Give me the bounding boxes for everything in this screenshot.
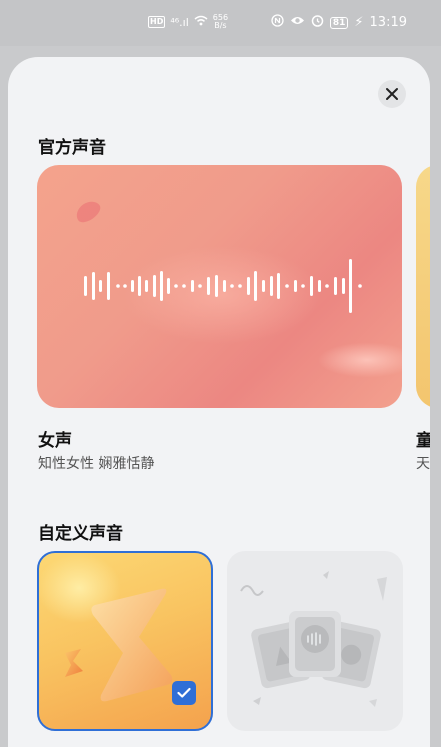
charging-icon: ⚡ xyxy=(354,15,364,30)
net-speed: 656 B/s xyxy=(213,14,228,30)
female-voice-card[interactable] xyxy=(37,165,402,408)
voice-picker-sheet: 官方声音 女声 知性女性 娴雅恬静 童 天 自定义声音 xyxy=(8,57,430,747)
child-voice-name: 童 xyxy=(416,431,430,451)
custom-voices-title: 自定义声音 xyxy=(38,524,123,544)
status-left: HD ⁴⁶.ıl 656 B/s xyxy=(148,14,228,30)
wifi-icon xyxy=(194,15,208,29)
nfc-icon xyxy=(271,14,284,31)
status-right: 81 ⚡ 13:19 xyxy=(271,14,407,31)
add-custom-voice-card[interactable] xyxy=(227,551,403,731)
custom-voice-card-selected[interactable] xyxy=(37,551,213,731)
voice-cards-illustration-icon xyxy=(240,571,387,707)
official-voices-title: 官方声音 xyxy=(38,138,106,158)
battery-icon: 81 xyxy=(329,16,349,29)
close-button[interactable] xyxy=(378,80,406,108)
net-speed-unit: B/s xyxy=(214,21,227,30)
alarm-icon xyxy=(311,14,324,31)
close-icon xyxy=(386,88,398,100)
cellular-signal-icon: ⁴⁶.ıl xyxy=(170,15,189,29)
eye-icon xyxy=(290,15,305,30)
female-voice-desc: 知性女性 娴雅恬静 xyxy=(38,456,155,472)
hd-badge: HD xyxy=(148,16,166,28)
status-bar: HD ⁴⁶.ıl 656 B/s 81 ⚡ 13:19 xyxy=(0,0,441,46)
clock-time: 13:19 xyxy=(369,15,407,30)
checkmark-icon xyxy=(177,687,191,698)
waveform-icon xyxy=(84,259,362,313)
child-voice-card-partial[interactable] xyxy=(416,165,430,408)
female-voice-name: 女声 xyxy=(38,431,72,451)
selected-checkbox[interactable] xyxy=(172,681,196,705)
child-voice-desc: 天 xyxy=(416,456,430,472)
